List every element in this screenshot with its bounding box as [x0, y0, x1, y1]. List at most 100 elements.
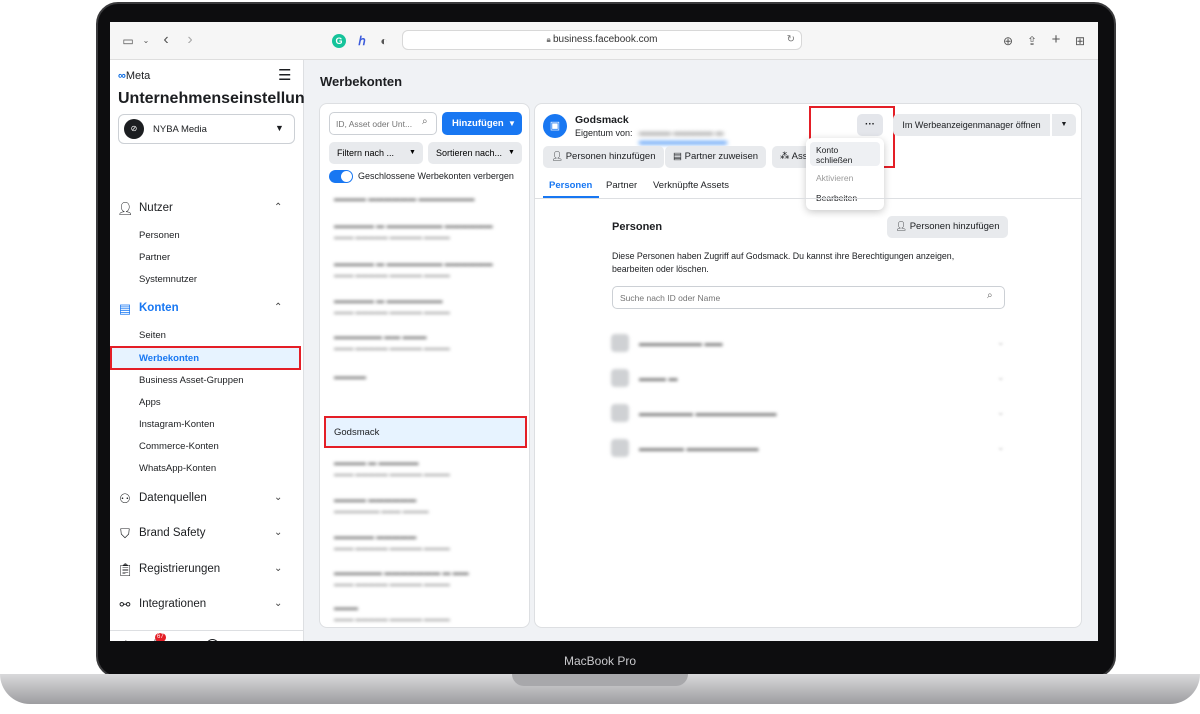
person-row[interactable]: ▬▬▬ ▬ ⌄ [611, 366, 1005, 392]
account-list-item-selected[interactable]: Godsmack [324, 416, 527, 448]
sidebar-item-commerce-konten[interactable]: Commerce-Konten [139, 441, 219, 452]
people-search-input[interactable]: ⌕ [612, 286, 1005, 309]
sidebar-group-label: Integrationen [139, 598, 207, 610]
clipboard-icon: 📋︎ [117, 562, 134, 577]
sidebar-group-konten[interactable]: ▤ Konten ⌃ [110, 294, 304, 324]
search-icon: ⌕ [987, 290, 993, 301]
sidebar-item-seiten[interactable]: Seiten [139, 330, 166, 341]
sidebar-toggle-icon[interactable]: ▭ [120, 33, 136, 49]
data-sources-icon: ⚇ [119, 491, 131, 506]
owner-label: Eigentum von: [575, 128, 633, 138]
business-avatar: ⊘ [124, 119, 144, 139]
search-icon: ⌕ [422, 116, 428, 127]
open-ads-manager-button[interactable]: Im Werbeanzeigenmanager öffnen [893, 114, 1050, 136]
account-search-field[interactable] [334, 116, 418, 131]
filter-dropdown[interactable]: Filtern nach ... ▼ [329, 142, 423, 164]
hide-closed-toggle[interactable] [329, 170, 353, 183]
back-icon[interactable]: ‹ [158, 32, 174, 48]
sidebar-item-partner[interactable]: Partner [139, 252, 170, 263]
chevron-down-icon: ⌄ [274, 563, 283, 574]
laptop-model-label: MacBook Pro [563, 654, 637, 668]
user-card-icon: 👤︎ [117, 201, 134, 216]
sidebar-divider [110, 630, 304, 631]
assign-partner-button[interactable]: ▤ Partner zuweisen [665, 146, 767, 168]
business-selector[interactable]: ⊘ NYBA Media ▼ [118, 114, 295, 144]
hide-closed-label: Geschlossene Werbekonten verbergen [358, 171, 514, 181]
person-add-icon: 👤︎ [551, 151, 566, 162]
sidebar-group-label: Konten [139, 302, 179, 314]
sort-label: Sortieren nach... [436, 148, 503, 158]
chevron-down-icon[interactable]: ⌄ [138, 33, 154, 49]
add-button-label: Hinzufügen [452, 118, 504, 129]
sidebar-item-apps[interactable]: Apps [139, 397, 161, 408]
notification-badge: 67 [155, 633, 166, 641]
section-add-people-button[interactable]: 👤︎ Personen hinzufügen [887, 216, 1008, 238]
browser-toolbar: ▭ ⌄ ‹ › G ℎ ◐ 🔒︎ business.facebook.com ↻… [110, 22, 1098, 60]
panel-toggle-icon[interactable]: ◫ [278, 638, 289, 641]
sidebar-item-personen[interactable]: Personen [139, 230, 180, 241]
business-name: NYBA Media [153, 124, 207, 135]
caret-down-icon: ▼ [275, 123, 284, 133]
settings-sidebar: ∞Meta ☰ Unternehmenseinstellungen ⊘ NYBA… [110, 60, 304, 641]
chevron-up-icon: ⌃ [274, 202, 283, 213]
add-people-button[interactable]: 👤︎ Personen hinzufügen [543, 146, 664, 168]
address-bar[interactable]: 🔒︎ business.facebook.com ↻ [402, 30, 802, 50]
assets-icon: ⁂ [780, 151, 792, 162]
reload-icon[interactable]: ↻ [787, 31, 795, 49]
assign-partner-label: Partner zuweisen [684, 151, 759, 162]
new-tab-icon[interactable]: + [1048, 32, 1064, 48]
person-row[interactable]: ▬▬▬▬▬ ▬▬▬▬▬▬▬▬ ⌄ [611, 436, 1005, 462]
sidebar-group-datenquellen[interactable]: ⚇ Datenquellen ⌄ [110, 484, 304, 514]
sidebar-group-registrierungen[interactable]: 📋︎ Registrierungen ⌄ [110, 555, 304, 585]
people-search-field[interactable] [618, 290, 978, 305]
sort-dropdown[interactable]: Sortieren nach... ▼ [428, 142, 522, 164]
person-row[interactable]: ▬▬▬▬▬▬ ▬▬▬▬▬▬▬▬▬ ⌄ [611, 401, 1005, 427]
forward-icon[interactable]: › [182, 32, 198, 48]
tab-divider [535, 198, 1081, 199]
page-heading: Unternehmenseinstellungen [118, 90, 304, 107]
briefcase-icon: ▤ [118, 301, 132, 316]
chevron-down-icon: ⌄ [274, 527, 283, 538]
sidebar-group-nutzer[interactable]: 👤︎ Nutzer ⌃ [110, 194, 304, 224]
sidebar-item-werbekonten[interactable]: Werbekonten [110, 346, 301, 370]
menu-item-close-account[interactable]: Konto schließen [810, 142, 880, 166]
search-icon[interactable]: ⌕ [177, 638, 184, 641]
grammarly-extension-icon[interactable]: G [332, 34, 346, 48]
account-search-input[interactable]: ⌕ [329, 112, 437, 135]
sidebar-group-label: Datenquellen [139, 492, 207, 504]
menu-icon[interactable]: ☰ [278, 66, 291, 84]
add-people-label: Personen hinzufügen [565, 151, 656, 162]
tab-partner[interactable]: Partner [606, 180, 637, 191]
tab-overview-icon[interactable]: ⊞ [1072, 33, 1088, 49]
gear-icon[interactable]: ⚙ [120, 638, 132, 641]
person-add-icon: 👤︎ [895, 221, 910, 232]
section-add-people-label: Personen hinzufügen [909, 221, 1000, 232]
person-row[interactable]: ▬▬▬▬▬▬▬ ▬▬ ⌄ [611, 331, 1005, 357]
sidebar-group-brand-safety[interactable]: ⛉ Brand Safety ⌄ [110, 519, 304, 549]
account-detail-panel: ▣ Godsmack Eigentum von: ▬▬▬▬ ▬▬▬▬▬ ▬ ▬▬… [534, 103, 1082, 628]
sidebar-group-integrationen[interactable]: ⚯ Integrationen ⌄ [110, 590, 304, 620]
more-options-menu: Konto schließen Aktivieren Bearbeiten [806, 138, 884, 210]
share-icon[interactable]: ⇪ [1024, 33, 1040, 49]
sidebar-item-business-asset-gruppen[interactable]: Business Asset-Gruppen [139, 375, 244, 386]
sidebar-item-whatsapp-konten[interactable]: WhatsApp-Konten [139, 463, 216, 474]
sidebar-item-instagram-konten[interactable]: Instagram-Konten [139, 419, 215, 430]
download-icon[interactable]: ⊕ [1000, 33, 1016, 49]
url-text: business.facebook.com [552, 34, 658, 45]
sidebar-item-systemnutzer[interactable]: Systemnutzer [139, 274, 197, 285]
menu-item-activate: Aktivieren [816, 173, 854, 183]
add-button[interactable]: Hinzufügen ▼ [442, 112, 522, 135]
briefcase-icon: ▤ [673, 151, 685, 162]
integrations-icon: ⚯ [119, 597, 131, 612]
menu-item-label: Konto schließen [816, 145, 853, 165]
sidebar-group-label: Nutzer [139, 202, 173, 214]
tab-verknuepfte-assets[interactable]: Verknüpfte Assets [653, 180, 729, 191]
help-icon[interactable]: ? [206, 639, 219, 641]
shield-icon[interactable]: ◐ [376, 33, 392, 49]
tab-personen[interactable]: Personen [549, 180, 592, 191]
extension-icon[interactable]: ℎ [354, 33, 370, 49]
open-ads-manager-dropdown[interactable]: ▼ [1052, 114, 1076, 136]
sidebar-group-label: Registrierungen [139, 563, 221, 575]
section-title: Personen [612, 221, 663, 233]
caret-down-icon: ▼ [508, 149, 515, 156]
